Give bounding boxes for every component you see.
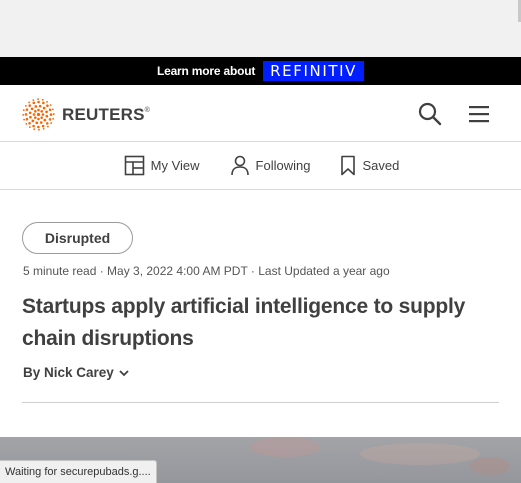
byline-text: By Nick Carey xyxy=(23,365,114,380)
reuters-logo[interactable]: REUTERS® xyxy=(22,98,150,131)
article-headline: Startups apply artificial intelligence t… xyxy=(22,295,466,350)
layout-icon xyxy=(124,155,144,176)
byline-divider xyxy=(22,402,499,403)
person-icon xyxy=(230,155,249,176)
my-view-label: My View xyxy=(150,158,200,173)
browser-status-bar: Waiting for securepubads.g.... xyxy=(0,460,157,483)
ad-learn-text: Learn more about xyxy=(156,64,256,78)
author-byline[interactable]: By Nick Carey xyxy=(23,365,130,380)
my-view-link[interactable]: My View xyxy=(124,155,200,176)
refinitiv-logo: REFINITIV xyxy=(263,61,364,81)
following-label: Following xyxy=(255,158,311,173)
search-icon xyxy=(418,102,442,126)
search-button[interactable] xyxy=(417,101,443,127)
chevron-down-icon xyxy=(119,369,129,376)
topic-tag-disrupted[interactable]: Disrupted xyxy=(22,222,133,254)
saved-link[interactable]: Saved xyxy=(340,155,399,176)
hamburger-menu-icon xyxy=(469,106,489,123)
saved-label: Saved xyxy=(362,158,400,173)
site-header: REUTERS® xyxy=(0,85,521,142)
article-meta: 5 minute read · May 3, 2022 4:00 AM PDT … xyxy=(23,264,390,278)
menu-button[interactable] xyxy=(466,102,492,126)
browser-top-area xyxy=(0,0,521,57)
following-link[interactable]: Following xyxy=(230,155,311,176)
reuters-wordmark: REUTERS® xyxy=(62,104,150,124)
refinitiv-ad-banner[interactable]: Learn more about REFINITIV xyxy=(0,57,521,85)
user-subnav: My View Following Saved xyxy=(0,142,521,190)
bookmark-icon xyxy=(341,155,356,176)
reuters-logo-icon xyxy=(22,98,55,131)
